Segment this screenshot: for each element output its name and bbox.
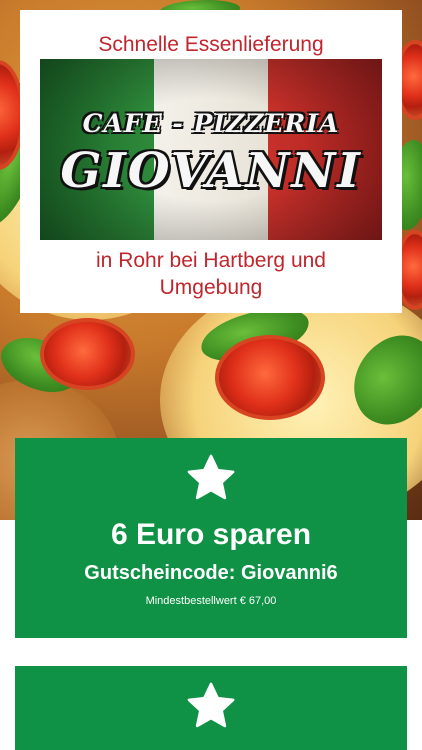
tagline-top: Schnelle Essenlieferung <box>98 33 324 56</box>
promo-card-second[interactable] <box>15 666 407 750</box>
tagline-bottom-line1: in Rohr bei Hartberg und <box>96 249 326 272</box>
star-icon <box>187 454 235 500</box>
promo-minimum-order: Mindestbestellwert € 67,00 <box>145 595 277 607</box>
promo-code: Gutscheincode: Giovanni6 <box>84 562 338 584</box>
tomato-slice <box>215 335 325 420</box>
promo-card-voucher[interactable]: 6 Euro sparen Gutscheincode: Giovanni6 M… <box>15 438 407 638</box>
tomato-slice <box>40 318 135 390</box>
tagline-bottom-line2: Umgebung <box>159 276 263 299</box>
logo-subtitle: CAFE - PIZZERIA <box>82 109 340 138</box>
logo-title: GIOVANNI <box>60 143 362 199</box>
restaurant-logo: CAFE - PIZZERIA GIOVANNI <box>40 59 382 240</box>
tagline-bottom: in Rohr bei Hartberg und Umgebung <box>20 247 402 301</box>
star-icon <box>187 682 235 728</box>
restaurant-header-card: Schnelle Essenlieferung CAFE - PIZZERIA … <box>20 10 402 313</box>
promo-title: 6 Euro sparen <box>110 518 312 551</box>
